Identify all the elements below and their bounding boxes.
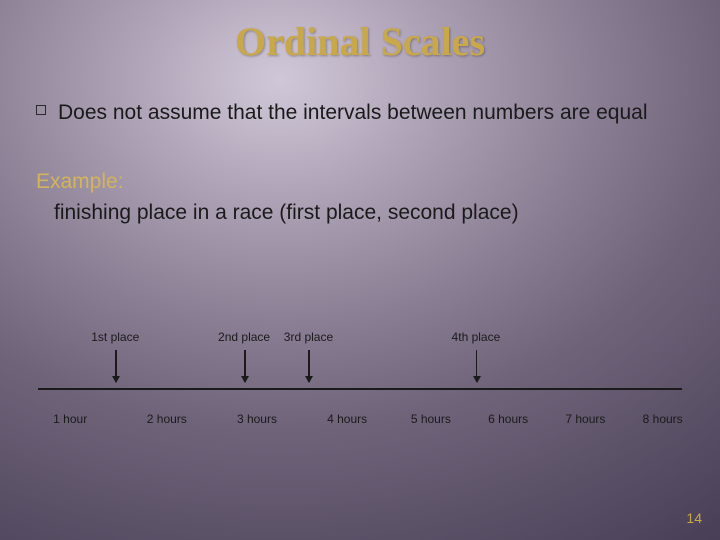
- hour-label: 2 hours: [147, 412, 187, 426]
- places-row: 1st place 2nd place 3rd place 4th place: [38, 330, 682, 348]
- place-label: 3rd place: [284, 330, 333, 344]
- arrow-down-icon: [244, 350, 246, 382]
- arrow-down-icon: [476, 350, 478, 382]
- slide-content: Does not assume that the intervals betwe…: [0, 65, 720, 228]
- place-label: 1st place: [91, 330, 139, 344]
- arrow-down-icon: [308, 350, 310, 382]
- example-block: Example: finishing place in a race (firs…: [36, 167, 684, 228]
- ordinal-diagram: 1st place 2nd place 3rd place 4th place 1 h…: [38, 330, 682, 470]
- hour-label: 6 hours: [488, 412, 528, 426]
- page-number: 14: [686, 510, 702, 526]
- bullet-marker-icon: [36, 105, 46, 115]
- place-label: 4th place: [452, 330, 501, 344]
- arrow-down-icon: [115, 350, 117, 382]
- place-label: 2nd place: [218, 330, 270, 344]
- example-label: Example:: [36, 167, 684, 197]
- example-body: finishing place in a race (first place, …: [36, 198, 684, 228]
- hour-label: 5 hours: [411, 412, 451, 426]
- bullet-text: Does not assume that the intervals betwe…: [58, 99, 648, 127]
- hour-label: 4 hours: [327, 412, 367, 426]
- bullet-item: Does not assume that the intervals betwe…: [36, 99, 684, 127]
- hour-label: 3 hours: [237, 412, 277, 426]
- hour-label: 8 hours: [643, 412, 683, 426]
- hour-label: 7 hours: [565, 412, 605, 426]
- axis-line: [38, 388, 682, 390]
- hours-row: 1 hour 2 hours 3 hours 4 hours 5 hours 6 hour…: [38, 412, 682, 430]
- slide-title: Ordinal Scales: [0, 0, 720, 65]
- hour-label: 1 hour: [53, 412, 87, 426]
